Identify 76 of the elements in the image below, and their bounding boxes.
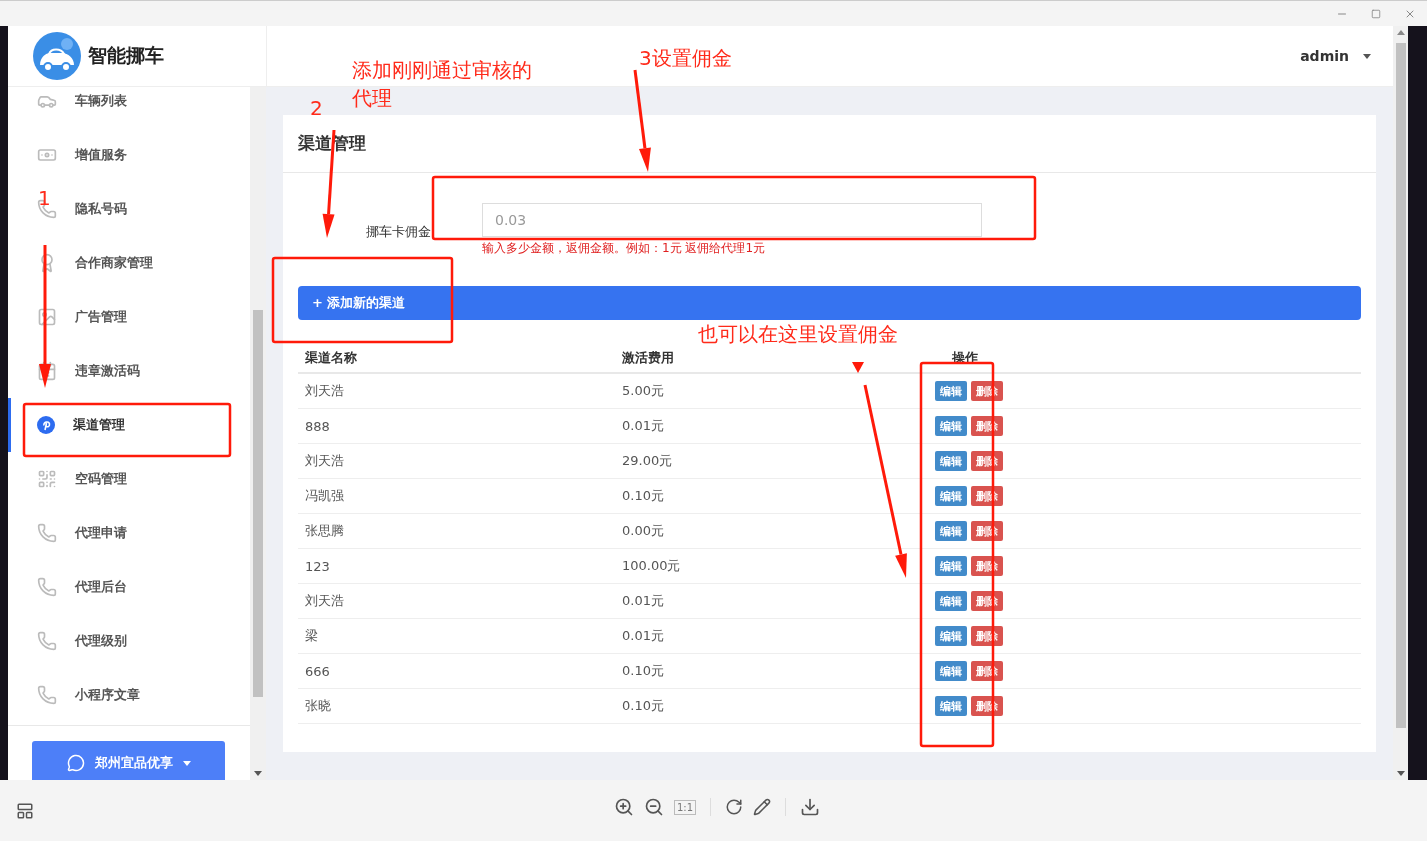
table-cell: 冯凯强	[305, 487, 344, 505]
sidebar-item[interactable]: 违章激活码	[75, 362, 140, 380]
annotation-text: 1	[38, 185, 51, 212]
commission-field[interactable]: 0.03	[482, 203, 982, 237]
arrow	[852, 360, 864, 373]
annotation-text: 代理	[352, 85, 392, 112]
table-cell: 0.10元	[622, 662, 664, 680]
layout-icon[interactable]	[16, 801, 34, 820]
sidebar-item[interactable]: 空码管理	[75, 470, 127, 488]
sidebar-item[interactable]: 增值服务	[75, 146, 127, 164]
field-hint: 输入多少金额，返佣金额。例如：1元 返佣给代理1元	[482, 240, 767, 257]
actual-size-button[interactable]: 1:1	[674, 799, 697, 815]
table-cell: 0.10元	[622, 487, 664, 505]
table-cell: 123	[305, 558, 330, 574]
sidebar-item[interactable]: 渠道管理	[73, 416, 125, 434]
edit-button[interactable]: 编辑	[935, 661, 967, 681]
menu-icon	[37, 523, 57, 543]
annotation-text: 添加刚刚通过审核的	[352, 57, 532, 84]
menu-icon	[37, 631, 57, 651]
rotate-icon[interactable]	[725, 798, 744, 816]
menu-icon	[37, 469, 57, 489]
table-cell: 刘天浩	[305, 592, 344, 610]
sidebar-item[interactable]: 车辆列表	[75, 92, 127, 110]
table-cell: 刘天浩	[305, 452, 344, 470]
add-channel-button[interactable]: + 添加新的渠道	[298, 286, 1361, 320]
edit-button[interactable]: 编辑	[935, 451, 967, 471]
caret-icon	[1363, 53, 1371, 59]
table-cell: 梁	[305, 627, 318, 645]
sidebar-item[interactable]: 代理申请	[75, 524, 127, 542]
user-menu[interactable]: admin	[1300, 48, 1349, 64]
menu-icon	[37, 685, 57, 705]
table-cell: 29.00元	[622, 452, 673, 470]
edit-button[interactable]: 编辑	[935, 381, 967, 401]
table-cell: 张晓	[305, 697, 331, 715]
sidebar-item[interactable]: 广告管理	[75, 308, 127, 326]
table-cell: 666	[305, 663, 330, 679]
zoom-in-icon[interactable]	[614, 797, 634, 817]
table-cell: 888	[305, 418, 330, 434]
table-cell: 0.10元	[622, 697, 664, 715]
sidebar-item[interactable]: 小程序文章	[75, 686, 140, 704]
menu-icon	[37, 307, 57, 327]
field-label: 挪车卡佣金	[365, 223, 431, 241]
column-header: 渠道名称	[305, 349, 357, 367]
scrollbar-thumb[interactable]	[1395, 43, 1406, 728]
edit-button[interactable]: 编辑	[935, 696, 967, 716]
sidebar-item[interactable]: 隐私号码	[75, 200, 127, 218]
scrollbar-thumb[interactable]	[253, 310, 263, 697]
table-cell: 张思腾	[305, 522, 344, 540]
zoom-out-icon[interactable]	[644, 797, 664, 817]
sidebar-item[interactable]: 合作商家管理	[75, 254, 153, 272]
annotation-text: 也可以在这里设置佣金	[698, 321, 898, 348]
table-cell: 刘天浩	[305, 382, 344, 400]
edit-button[interactable]: 编辑	[935, 521, 967, 541]
download-icon[interactable]	[800, 797, 821, 817]
edit-button[interactable]: 编辑	[935, 626, 967, 646]
edit-button[interactable]: 编辑	[935, 556, 967, 576]
car-logo	[32, 31, 82, 81]
app-logo-text: 智能挪车	[88, 43, 164, 68]
pin-circle-icon	[37, 416, 55, 434]
edit-button[interactable]: 编辑	[935, 591, 967, 611]
table-cell: 0.00元	[622, 522, 664, 540]
table-cell: 100.00元	[622, 557, 681, 575]
table-cell: 0.01元	[622, 627, 664, 645]
edit-button[interactable]: 编辑	[935, 486, 967, 506]
chat-icon	[66, 754, 85, 772]
pencil-icon[interactable]	[753, 798, 772, 816]
menu-icon	[37, 577, 57, 597]
annotation-text: 3设置佣金	[639, 45, 732, 72]
sidebar-item[interactable]: 代理级别	[75, 632, 127, 650]
table-cell: 5.00元	[622, 382, 664, 400]
column-header: 激活费用	[622, 349, 674, 367]
table-cell: 0.01元	[622, 417, 664, 435]
shop-button[interactable]: 郑州宜品优享	[32, 741, 225, 780]
sidebar-item[interactable]: 代理后台	[75, 578, 127, 596]
table-cell: 0.01元	[622, 592, 664, 610]
edit-button[interactable]: 编辑	[935, 416, 967, 436]
